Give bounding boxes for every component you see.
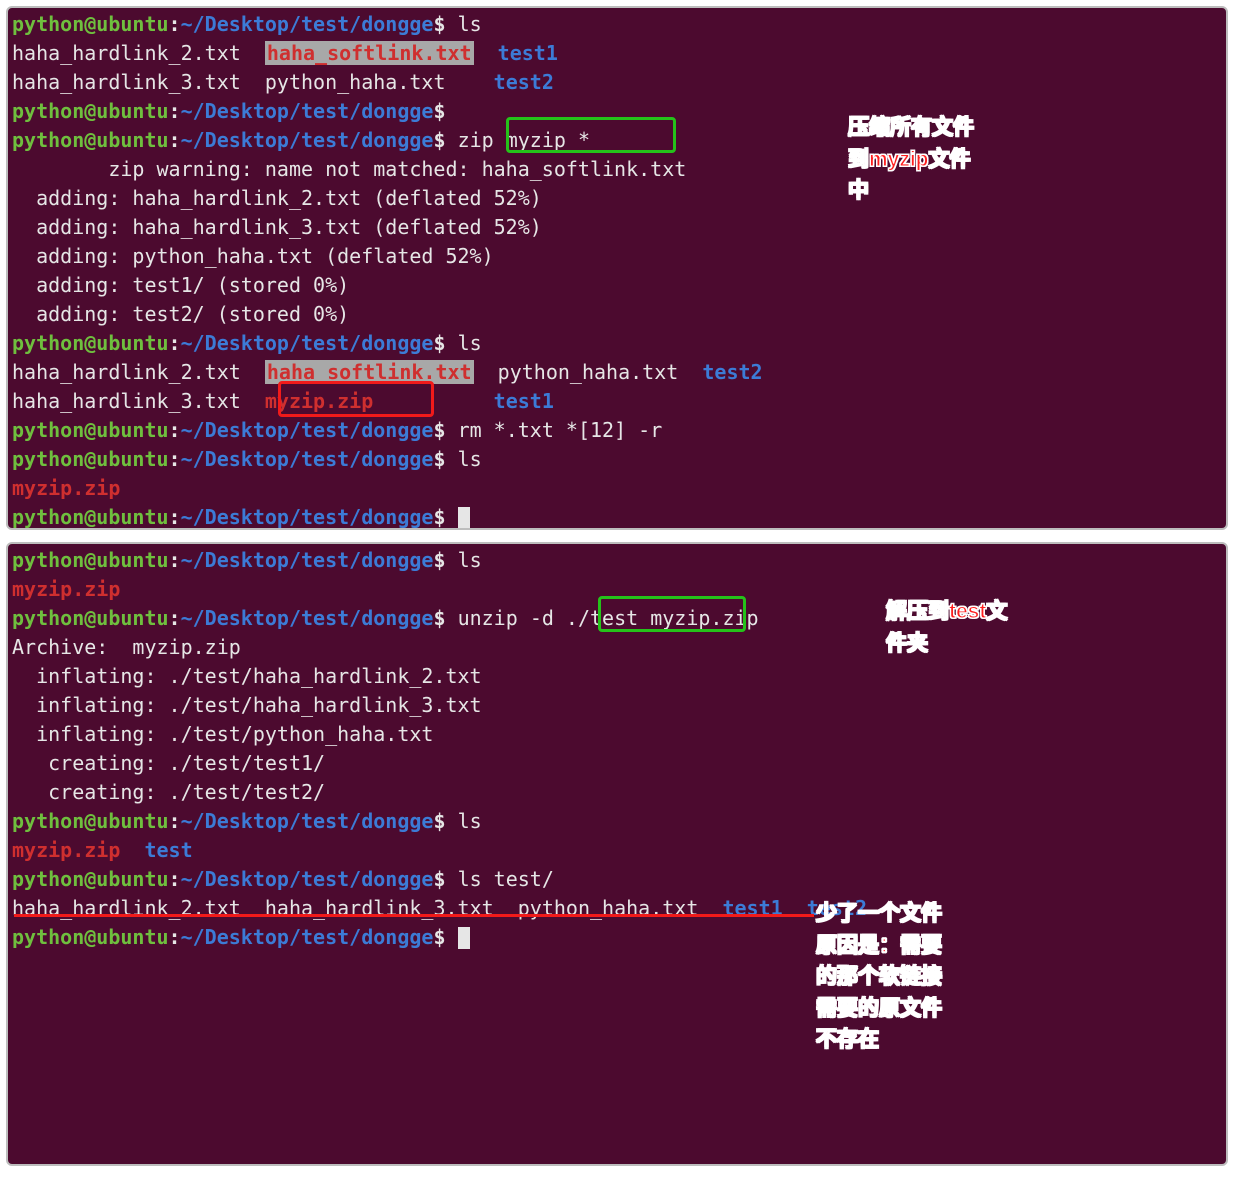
archive-name: myzip.zip (12, 476, 120, 500)
file-name-softlink: haha_softlink.txt (265, 360, 474, 384)
prompt-path: ~/Desktop/test/dongge (181, 12, 434, 36)
unzip-output: Archive: myzip.zip (12, 633, 1222, 662)
dir-name: test1 (498, 41, 558, 65)
terminal-1[interactable]: python@ubuntu:~/Desktop/test/dongge$ ls … (6, 6, 1228, 530)
zip-adding: adding: haha_hardlink_2.txt (deflated 52… (12, 184, 1222, 213)
file-name: python_haha.txt (265, 70, 446, 94)
prompt-line: python@ubuntu:~/Desktop/test/dongge$ ls (12, 807, 1222, 836)
annotation-line: 需要的原文件 (816, 993, 942, 1025)
prompt-line: python@ubuntu:~/Desktop/test/dongge$ unz… (12, 604, 1222, 633)
annotation-line: 中 (848, 175, 974, 207)
file-name: haha_hardlink_2.txt (12, 360, 241, 384)
prompt-line: python@ubuntu:~/Desktop/test/dongge$ ls (12, 445, 1222, 474)
file-name: haha_hardlink_2.txt (12, 41, 241, 65)
dir-name: test1 (494, 389, 554, 413)
zip-adding: adding: test2/ (stored 0%) (12, 300, 1222, 329)
cursor-icon (458, 507, 470, 529)
annotation-line: 原因是：需要 (816, 930, 942, 962)
file-name: python_haha.txt (518, 896, 699, 920)
annotation-line: 压缩所有文件 (848, 112, 974, 144)
annotation-line: 的那个软链接 (816, 961, 942, 993)
prompt-line: python@ubuntu:~/Desktop/test/dongge$ ls (12, 10, 1222, 39)
ls-output-row: haha_hardlink_3.txt python_haha.txt test… (12, 68, 1222, 97)
zip-adding: adding: python_haha.txt (deflated 52%) (12, 242, 1222, 271)
command-zip: zip myzip * (458, 128, 590, 152)
command: ls (458, 447, 482, 471)
prompt-line: python@ubuntu:~/Desktop/test/dongge$ ls … (12, 865, 1222, 894)
ls-output-row: haha_hardlink_2.txt haha_hardlink_3.txt … (12, 894, 1222, 923)
ls-output-row: haha_hardlink_2.txt haha_softlink.txt py… (12, 358, 1222, 387)
file-name: haha_hardlink_3.txt (265, 896, 494, 920)
dir-name: test2 (702, 360, 762, 384)
unzip-output: creating: ./test/test1/ (12, 749, 1222, 778)
file-name: haha_hardlink_3.txt (12, 389, 241, 413)
annotation-line: 不存在 (816, 1024, 942, 1056)
prompt-line: python@ubuntu:~/Desktop/test/dongge$ (12, 97, 1222, 126)
terminal-2[interactable]: python@ubuntu:~/Desktop/test/dongge$ ls … (6, 542, 1228, 1166)
command-unzip-b: -d ./test (530, 606, 638, 630)
annotation-line: 件夹 (886, 628, 1007, 660)
command-unzip-c: myzip.zip (638, 606, 758, 630)
unzip-output: creating: ./test/test2/ (12, 778, 1222, 807)
file-name: haha_hardlink_3.txt (12, 70, 241, 94)
file-name-softlink: haha_softlink.txt (265, 41, 474, 65)
unzip-output: inflating: ./test/python_haha.txt (12, 720, 1222, 749)
command: ls (458, 331, 482, 355)
prompt-line[interactable]: python@ubuntu:~/Desktop/test/dongge$ (12, 503, 1222, 530)
prompt-line: python@ubuntu:~/Desktop/test/dongge$ ls (12, 546, 1222, 575)
file-name: python_haha.txt (498, 360, 679, 384)
prompt-line[interactable]: python@ubuntu:~/Desktop/test/dongge$ (12, 923, 1222, 952)
zip-adding: adding: haha_hardlink_3.txt (deflated 52… (12, 213, 1222, 242)
dir-name: test (144, 838, 192, 862)
annotation-compress: 压缩所有文件 到myzip文件 中 (848, 112, 974, 207)
ls-output-row: myzip.zip test (12, 836, 1222, 865)
file-name: haha_hardlink_2.txt (12, 896, 241, 920)
prompt-line: python@ubuntu:~/Desktop/test/dongge$ rm … (12, 416, 1222, 445)
annotation-line: 少了一个文件 (816, 898, 942, 930)
command-unzip-a: unzip (458, 606, 530, 630)
ls-output-row: haha_hardlink_3.txt myzip.zip test1 (12, 387, 1222, 416)
command: ls (458, 548, 482, 572)
dir-name: test1 (722, 896, 782, 920)
prompt-line: python@ubuntu:~/Desktop/test/dongge$ zip… (12, 126, 1222, 155)
annotation-line: 解压到test文 (886, 596, 1007, 628)
archive-name: myzip.zip (265, 389, 373, 413)
annotation-missing: 少了一个文件 原因是：需要 的那个软链接 需要的原文件 不存在 (816, 898, 942, 1056)
zip-warning: zip warning: name not matched: haha_soft… (12, 155, 1222, 184)
dir-name: test2 (494, 70, 554, 94)
prompt-user: python@ubuntu (12, 12, 169, 36)
archive-name: myzip.zip (12, 838, 120, 862)
command: ls (458, 12, 482, 36)
unzip-output: inflating: ./test/haha_hardlink_2.txt (12, 662, 1222, 691)
ls-output-row: myzip.zip (12, 575, 1222, 604)
ls-output-row: haha_hardlink_2.txt haha_softlink.txt te… (12, 39, 1222, 68)
cursor-icon (458, 927, 470, 949)
command-rm: rm *.txt *[12] -r (458, 418, 663, 442)
annotation-line: 到myzip文件 (848, 144, 974, 176)
prompt-sep: : (169, 12, 181, 36)
unzip-output: inflating: ./test/haha_hardlink_3.txt (12, 691, 1222, 720)
prompt-line: python@ubuntu:~/Desktop/test/dongge$ ls (12, 329, 1222, 358)
command: ls (458, 809, 482, 833)
prompt-sign: $ (433, 12, 445, 36)
zip-adding: adding: test1/ (stored 0%) (12, 271, 1222, 300)
ls-output-row: myzip.zip (12, 474, 1222, 503)
command: ls test/ (458, 867, 554, 891)
archive-name: myzip.zip (12, 577, 120, 601)
annotation-extract: 解压到test文 件夹 (886, 596, 1007, 659)
